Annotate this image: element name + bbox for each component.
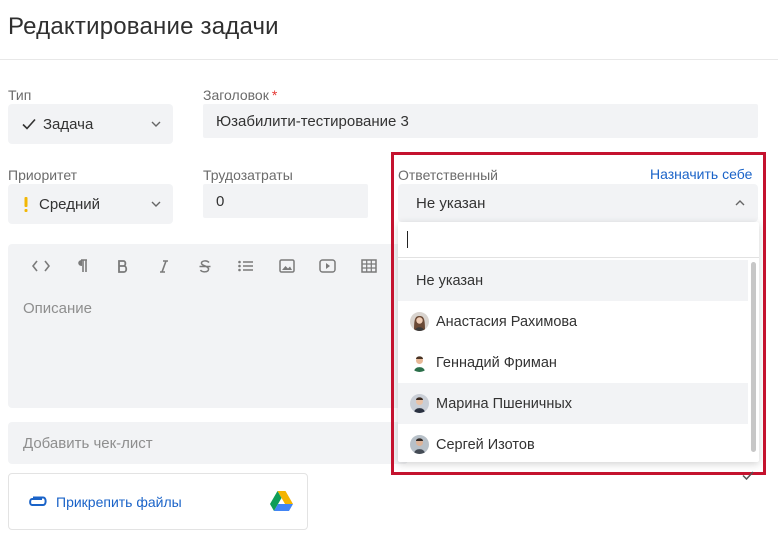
strikethrough-icon[interactable] [184,256,225,276]
attach-files-label: Прикрепить файлы [56,493,182,510]
image-icon[interactable] [266,256,307,276]
type-select[interactable]: Задача [8,104,173,144]
title-divider [0,59,778,60]
google-drive-icon[interactable] [270,491,293,511]
effort-label: Трудозатраты [203,167,293,183]
chevron-down-icon [151,201,161,207]
table-icon[interactable] [348,256,389,276]
description-placeholder: Описание [23,300,93,317]
required-mark: * [271,87,278,103]
code-icon[interactable] [20,256,61,276]
priority-label: Приоритет [8,167,78,183]
priority-value: Средний [39,195,100,213]
paragraph-icon[interactable] [61,256,102,276]
check-icon [22,118,36,130]
check-icon [742,467,754,485]
type-label: Тип [8,87,32,103]
title-label: Заголовок * [203,87,278,103]
attach-files-button[interactable]: Прикрепить файлы [8,473,308,530]
video-icon[interactable] [307,256,348,276]
add-checklist-input[interactable]: Добавить чек-лист [8,422,408,464]
list-icon[interactable] [225,256,266,276]
editor-toolbar [20,256,389,276]
paperclip-icon [26,496,48,508]
type-value: Задача [43,115,94,133]
page-title: Редактирование задачи [8,13,279,40]
priority-select[interactable]: Средний [8,184,173,224]
annotation-highlight-box [391,152,766,475]
title-input[interactable]: Юзабилити-тестирование 3 [203,104,758,138]
exclamation-icon [24,196,28,212]
bold-icon[interactable] [102,256,143,276]
chevron-down-icon [151,121,161,127]
effort-input[interactable]: 0 [203,184,368,218]
description-editor[interactable]: Описание [8,244,408,408]
italic-icon[interactable] [143,256,184,276]
